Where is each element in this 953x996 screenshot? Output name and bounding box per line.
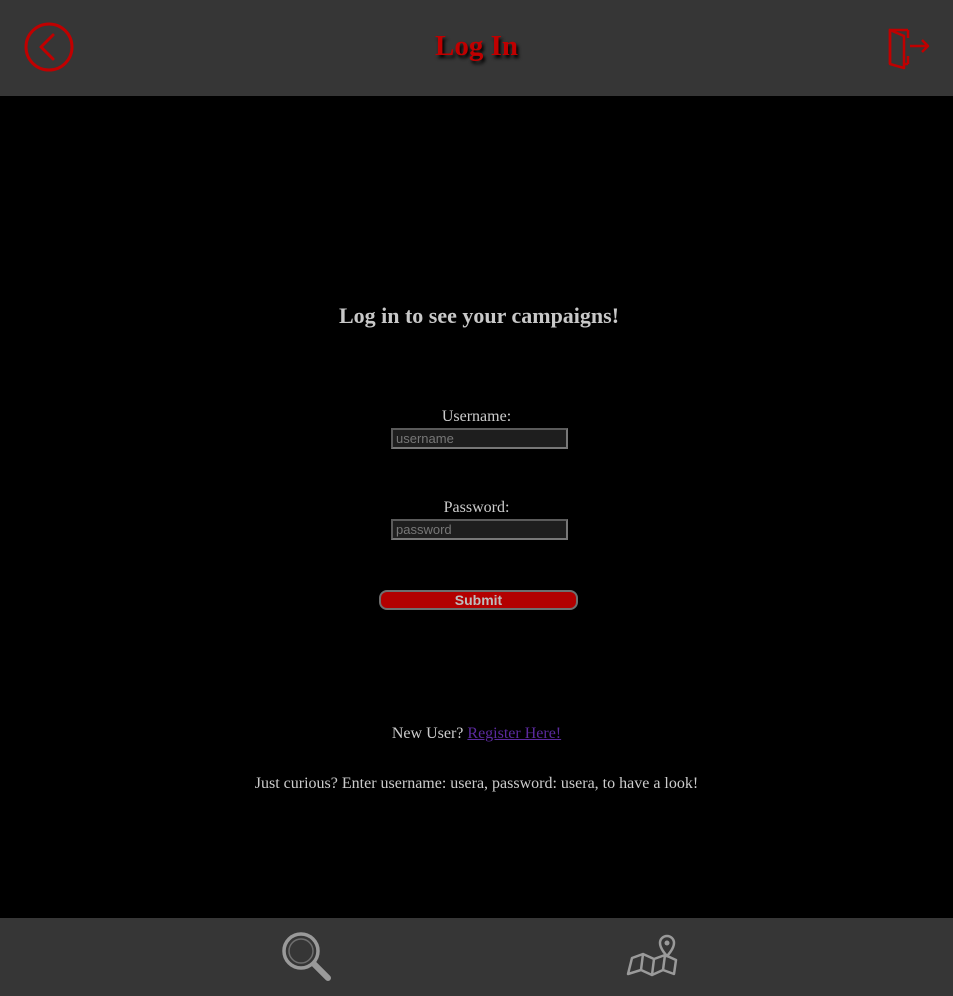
login-heading: Log in to see your campaigns! <box>338 303 620 328</box>
demo-hint: Just curious? Enter username: usera, pas… <box>254 775 699 792</box>
search-button[interactable] <box>280 930 334 989</box>
logout-button[interactable] <box>886 24 932 70</box>
login-panel: Log in to see your campaigns! Username: … <box>0 96 953 918</box>
new-user-line: New User? Register Here! <box>0 725 953 743</box>
search-icon <box>282 932 331 981</box>
new-user-text: New User? <box>391 725 464 742</box>
password-label: Password: <box>443 499 510 516</box>
page-title: Log In <box>434 30 518 62</box>
submit-button[interactable]: Submit <box>379 590 578 610</box>
username-input[interactable] <box>391 428 568 449</box>
register-link[interactable]: Register Here! <box>467 725 561 742</box>
door-exit-icon <box>888 28 930 70</box>
password-input[interactable] <box>391 519 568 540</box>
bottom-nav <box>0 918 953 996</box>
map-button[interactable] <box>626 934 680 985</box>
username-label: Username: <box>441 408 512 425</box>
map-pin-icon <box>626 934 678 977</box>
top-bar: Log In <box>0 0 953 96</box>
